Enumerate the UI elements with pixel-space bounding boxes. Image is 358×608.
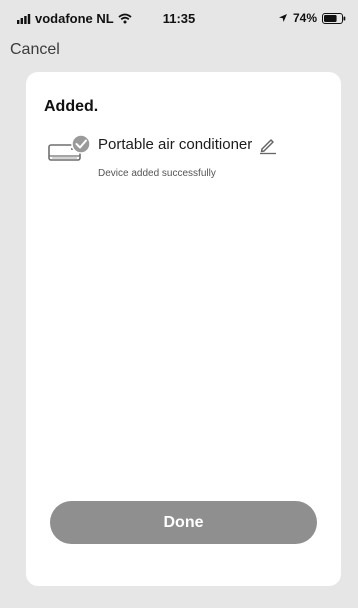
device-status: Device added successfully bbox=[98, 168, 216, 179]
location-arrow-icon bbox=[278, 14, 287, 22]
battery-icon bbox=[322, 12, 346, 24]
cancel-button[interactable]: Cancel bbox=[10, 41, 60, 59]
device-name: Portable air conditioner bbox=[98, 136, 253, 153]
device-row: Portable air conditioner Device added su… bbox=[46, 132, 326, 188]
device-icon bbox=[46, 132, 98, 176]
air-conditioner-icon bbox=[48, 134, 91, 161]
done-button[interactable]: Done bbox=[50, 501, 317, 544]
result-card: Added. Portable air conditioner Device a… bbox=[26, 72, 341, 586]
pencil-icon[interactable] bbox=[258, 135, 278, 155]
battery-percent: 74% bbox=[292, 11, 317, 25]
page-title: Added. bbox=[44, 98, 99, 115]
status-bar: vodafone NL 11:35 74% bbox=[0, 0, 358, 40]
battery-level bbox=[324, 14, 337, 22]
status-right: 74% bbox=[278, 11, 346, 25]
checkmark-icon bbox=[71, 134, 91, 154]
